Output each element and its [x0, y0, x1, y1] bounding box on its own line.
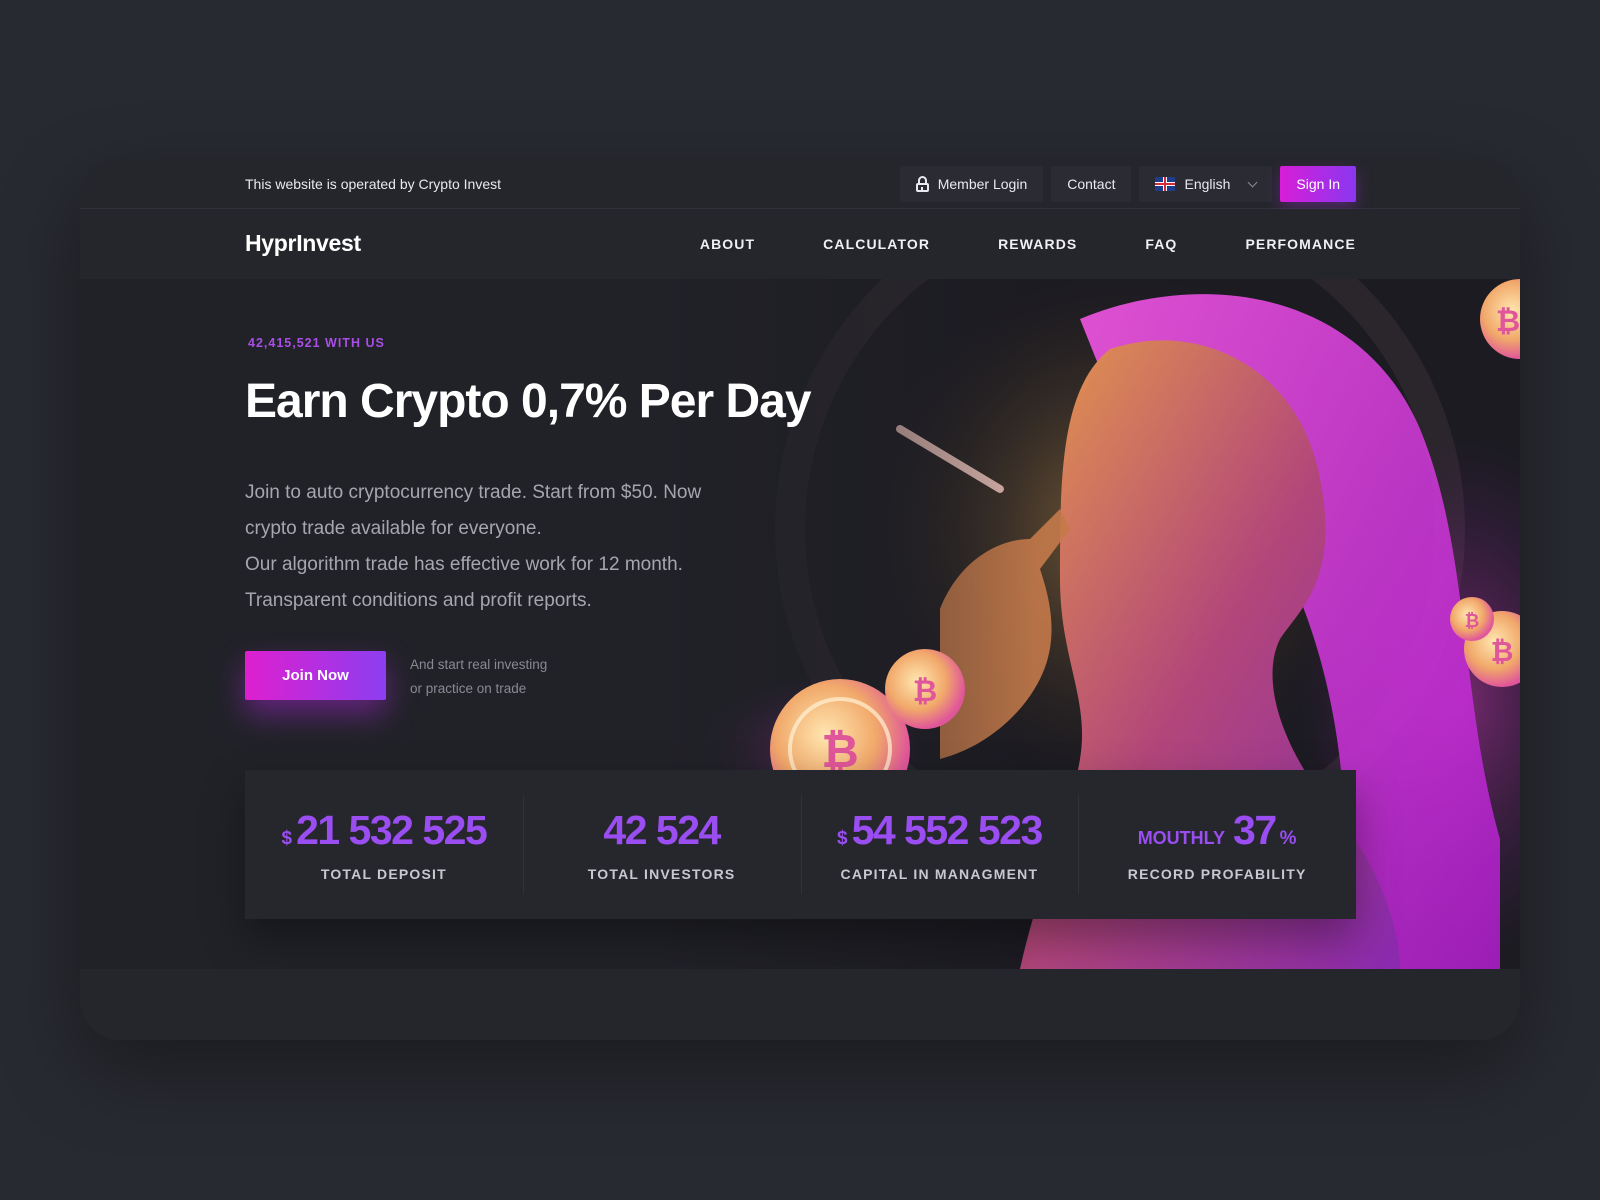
users-count-badge: 42,415,521 WITH US [248, 336, 385, 350]
hero-section: ₿ ₿ ₿ ₿ ₿ 42,415,521 WITH US Earn Crypto… [80, 279, 1520, 969]
join-note: And start real investing or practice on … [410, 653, 547, 701]
hero-description: Join to auto cryptocurrency trade. Start… [245, 475, 845, 619]
stat-capital-in-management: $ 54 552 523 CAPITAL IN MANAGMENT [800, 770, 1079, 919]
member-login-label: Member Login [937, 176, 1028, 192]
logo[interactable]: HyprInvest [245, 230, 361, 257]
stat-label: CAPITAL IN MANAGMENT [840, 866, 1039, 882]
stat-value: 42 524 [603, 807, 721, 853]
contact-label: Contact [1067, 176, 1116, 192]
nav-link-calculator[interactable]: CALCULATOR [823, 236, 930, 252]
nav-link-rewards[interactable]: REWARDS [998, 236, 1077, 252]
language-label: English [1184, 176, 1231, 192]
member-login-button[interactable]: Member Login [899, 166, 1044, 202]
stat-total-deposit: $ 21 532 525 TOTAL DEPOSIT [245, 770, 523, 919]
stat-record-profitability: MOUTHLY 37 % RECORD PROFABILITY [1078, 770, 1356, 919]
lock-icon [915, 176, 929, 192]
site-window: This website is operated by Crypto Inves… [80, 159, 1520, 1040]
sign-in-button[interactable]: Sign In [1280, 166, 1356, 202]
join-now-button[interactable]: Join Now [245, 651, 386, 700]
top-actions: Member Login Contact English Sign In [899, 166, 1356, 202]
stats-panel: $ 21 532 525 TOTAL DEPOSIT 42 524 TOTAL … [245, 770, 1356, 919]
stat-label: TOTAL INVESTORS [587, 866, 736, 882]
stat-value: 21 532 525 [296, 807, 488, 853]
stat-total-investors: 42 524 TOTAL INVESTORS [522, 770, 801, 919]
main-navbar: HyprInvest ABOUT CALCULATOR REWARDS FAQ … [80, 209, 1520, 279]
nav-link-faq[interactable]: FAQ [1145, 236, 1177, 252]
contact-button[interactable]: Contact [1051, 166, 1132, 202]
join-note-line: or practice on trade [410, 681, 527, 696]
nav-links: ABOUT CALCULATOR REWARDS FAQ PERFOMANCE [700, 236, 1356, 252]
stat-prefix: $ [836, 828, 848, 849]
hero-description-line: Our algorithm trade has effective work f… [245, 554, 683, 575]
stat-label: TOTAL DEPOSIT [320, 866, 447, 882]
stat-prefix: MOUTHLY [1137, 828, 1226, 848]
chevron-down-icon [1247, 177, 1258, 187]
stat-value: 54 552 523 [851, 807, 1044, 853]
hero-description-line: Transparent conditions and profit report… [245, 590, 592, 611]
language-selector[interactable]: English [1139, 166, 1273, 202]
operator-notice: This website is operated by Crypto Inves… [245, 176, 502, 192]
hero-description-line: crypto trade available for everyone. [245, 518, 542, 539]
stat-prefix: $ [281, 828, 293, 849]
stat-suffix: % [1279, 828, 1297, 849]
top-utility-bar: This website is operated by Crypto Inves… [80, 159, 1520, 209]
hero-description-line: Join to auto cryptocurrency trade. Start… [245, 482, 702, 503]
hero-headline: Earn Crypto 0,7% Per Day [245, 375, 812, 428]
uk-flag-icon [1155, 177, 1176, 191]
nav-link-about[interactable]: ABOUT [700, 236, 755, 252]
stat-label: RECORD PROFABILITY [1127, 866, 1307, 882]
stat-value: 37 [1233, 807, 1277, 853]
join-note-line: And start real investing [410, 657, 548, 672]
nav-link-performance[interactable]: PERFOMANCE [1245, 236, 1356, 252]
